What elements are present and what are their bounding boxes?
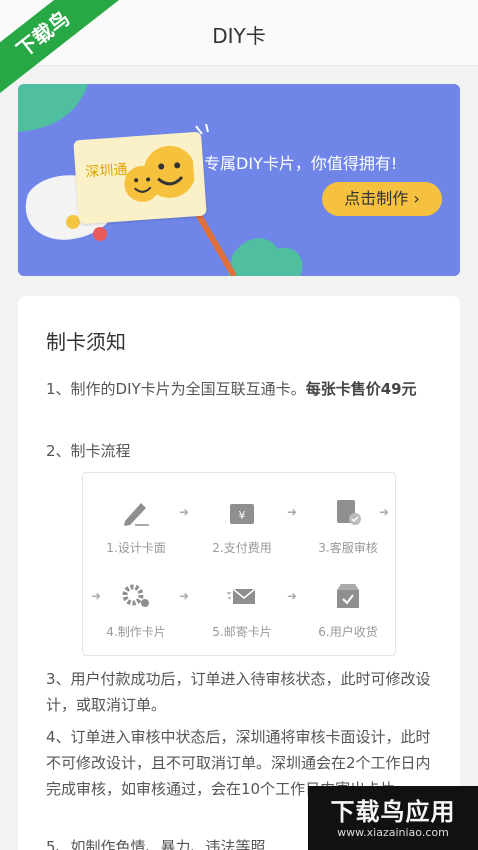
step-mail: 5.邮寄卡片 [197, 581, 287, 639]
sample-card-label: 深圳通 [84, 161, 128, 181]
step-label: 3.客服审核 [318, 541, 378, 555]
step-label: 4.制作卡片 [106, 625, 166, 639]
step-label: 6.用户收货 [318, 625, 378, 639]
arrow-right-icon: ➜ [91, 589, 102, 603]
banner-slogan: 专属DIY卡片，你值得拥有! [204, 154, 398, 173]
step-design: 1.设计卡面 [91, 497, 181, 555]
arrow-right-icon: ➜ [379, 505, 390, 519]
make-card-label: 点击制作 [344, 189, 409, 208]
step-label: 2.支付费用 [212, 541, 272, 555]
smile-icon [124, 145, 196, 202]
step-receive: 6.用户收货 [303, 581, 393, 639]
svg-text:¥: ¥ [239, 509, 246, 522]
notice-item-3: 3、用户付款成功后，订单进入待审核状态，此时可修改设计，或取消订单。 [46, 670, 431, 714]
box-icon [337, 584, 359, 608]
arrow-right-icon: ➜ [179, 505, 190, 519]
arrow-right-icon: ➜ [179, 589, 190, 603]
watermark-title: 下载鸟应用 [330, 798, 456, 826]
notice-title: 制卡须知 [46, 330, 126, 354]
step-pay: ¥ 2.支付费用 [197, 497, 287, 555]
step-label: 1.设计卡面 [106, 541, 166, 555]
step-make: 4.制作卡片 [91, 581, 181, 639]
watermark-bottom: 下载鸟应用 www.xiazainiao.com [308, 786, 478, 850]
arrow-right-icon: ➜ [287, 589, 298, 603]
process-flow: 1.设计卡面 ¥ 2.支付费用 3.客服审核 4.制作卡片 5.邮寄卡片 6.用… [82, 472, 396, 656]
sample-card: 深圳通 [73, 131, 207, 225]
notice-card: 制卡须知 1、制作的DIY卡片为全国互联互通卡。每张卡售价49元 2、制卡流程 … [18, 296, 460, 850]
arrow-right-icon: ➜ [287, 505, 298, 519]
chevron-right-icon: › [413, 189, 420, 208]
watermark-url: www.xiazainiao.com [337, 826, 449, 839]
pencil-icon [124, 503, 149, 526]
diy-banner[interactable]: 深圳通 专属DIY卡片，你值得拥有! 点击制作 › [18, 84, 460, 276]
price-text: 每张卡售价49元 [305, 380, 417, 398]
wallet-icon: ¥ [230, 504, 254, 524]
notice-item-1: 1、制作的DIY卡片为全国互联互通卡。每张卡售价49元 [46, 376, 438, 402]
step-label: 5.邮寄卡片 [212, 625, 272, 639]
make-card-button[interactable]: 点击制作 › [322, 182, 442, 216]
review-icon [337, 500, 361, 525]
mail-icon [227, 588, 256, 604]
notice-item-2: 2、制卡流程 [46, 442, 131, 460]
gear-icon [122, 584, 149, 607]
notice-item-1-text: 1、制作的DIY卡片为全国互联互通卡。 [46, 380, 306, 398]
